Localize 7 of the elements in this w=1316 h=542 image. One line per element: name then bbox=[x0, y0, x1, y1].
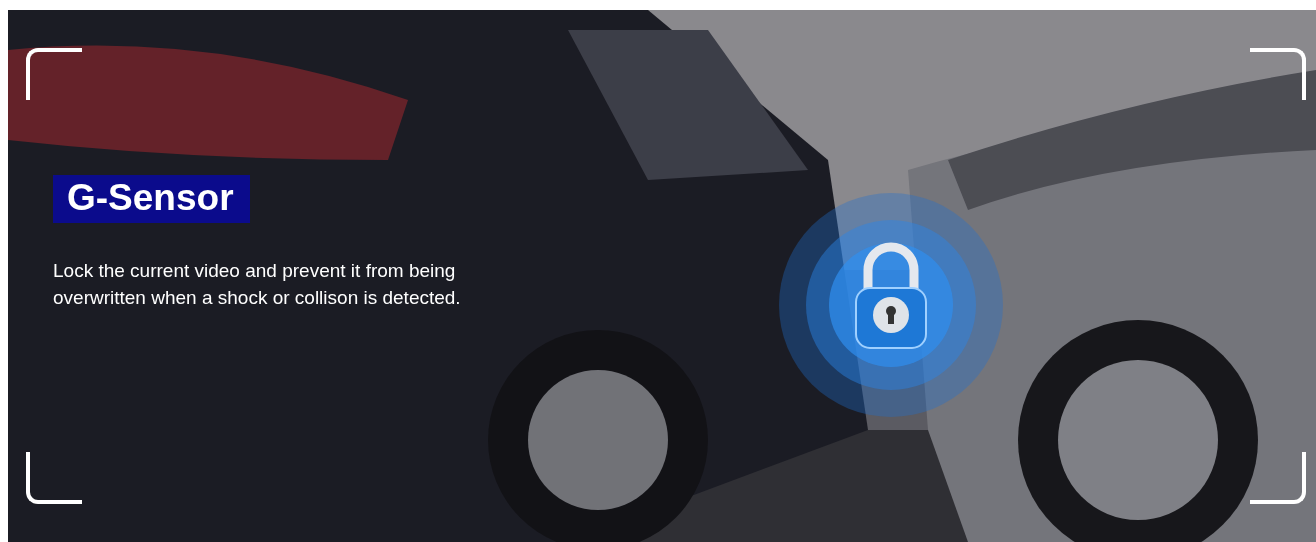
corner-bracket bbox=[1250, 48, 1306, 100]
feature-description: Lock the current video and prevent it from being overwritten when a shock or collison is detected. bbox=[53, 259, 462, 310]
feature-title: G-Sensor bbox=[53, 175, 250, 223]
padlock-icon bbox=[776, 190, 1006, 420]
corner-bracket bbox=[1250, 452, 1306, 504]
corner-bracket bbox=[26, 452, 82, 504]
corner-bracket bbox=[26, 48, 82, 100]
